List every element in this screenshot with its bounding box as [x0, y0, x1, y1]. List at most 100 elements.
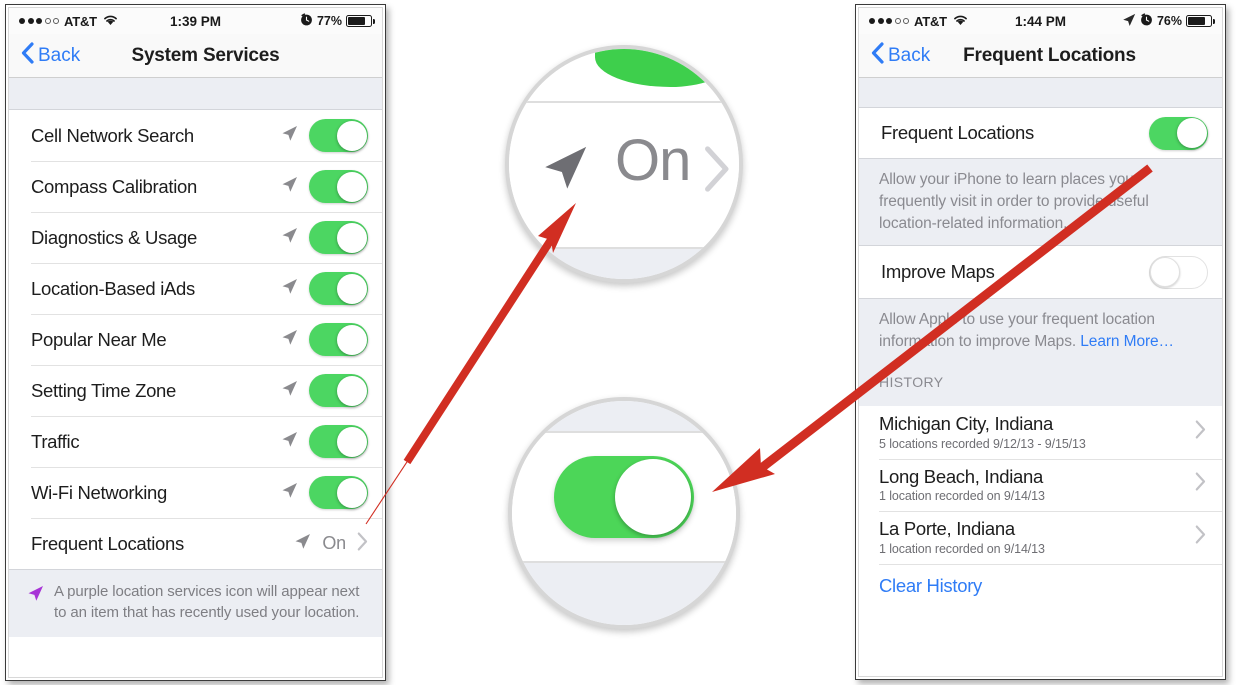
row-label: Diagnostics & Usage [31, 226, 198, 248]
row-accessory [281, 119, 368, 152]
history-row[interactable]: La Porte, Indiana 1 location recorded on… [859, 511, 1222, 564]
table-row[interactable]: Compass Calibration [9, 161, 382, 212]
history-row-text: La Porte, Indiana 1 location recorded on… [879, 518, 1045, 556]
toggle-switch[interactable] [309, 374, 368, 407]
signal-strength-dots [869, 18, 909, 24]
chevron-right-icon [1195, 525, 1206, 549]
history-row-subtitle: 1 location recorded on 9/14/13 [879, 489, 1045, 504]
chevron-left-icon [871, 41, 884, 70]
table-row-frequent-locations[interactable]: Frequent Locations On [9, 518, 382, 569]
alarm-clock-icon [300, 13, 313, 29]
toggle-switch[interactable] [309, 170, 368, 203]
magnified-value-text: On [615, 128, 691, 193]
history-row-title: Long Beach, Indiana [879, 465, 1044, 487]
row-accessory [281, 374, 368, 407]
battery-percent-label: 76% [1156, 14, 1182, 28]
location-arrow-icon [281, 278, 298, 300]
row-label: Popular Near Me [31, 328, 167, 350]
toggle-switch[interactable] [309, 476, 368, 509]
screenshot-stage: AT&T 1:39 PM 77% Back System Services Ce… [0, 0, 1240, 685]
location-arrow-icon [294, 533, 311, 555]
chevron-left-icon [21, 41, 34, 70]
row-label: Wi-Fi Networking [31, 481, 168, 503]
back-button[interactable]: Back [9, 41, 81, 70]
table-row[interactable]: Wi-Fi Networking [9, 467, 382, 518]
table-row[interactable]: Location-Based iAds [9, 263, 382, 314]
row-label: Cell Network Search [31, 124, 194, 146]
magnifier-top-content: On ill app [509, 49, 739, 279]
frequent-locations-description-text: Allow your iPhone to learn places you fr… [879, 171, 1149, 232]
magnified-toggle-on[interactable] [554, 456, 694, 538]
magnifier-bottom-content [512, 401, 736, 625]
history-list: Michigan City, Indiana 5 locations recor… [859, 406, 1222, 609]
back-button[interactable]: Back [859, 41, 931, 70]
location-arrow-icon [281, 431, 298, 453]
improve-maps-description: Allow Apple to use your frequent locatio… [859, 298, 1222, 354]
top-spacer [9, 78, 382, 110]
status-bar-left: AT&T [869, 14, 968, 29]
row-label: Frequent Locations [31, 532, 184, 554]
toggle-switch[interactable] [309, 323, 368, 356]
history-section-header: HISTORY [859, 354, 1222, 406]
row-accessory [281, 425, 368, 458]
row-label: Traffic [31, 430, 80, 452]
frequent-locations-row[interactable]: Frequent Locations [859, 108, 1222, 158]
location-arrow-icon [281, 227, 298, 249]
magnified-partial-text: ill app [565, 271, 640, 279]
history-row[interactable]: Michigan City, Indiana 5 locations recor… [859, 406, 1222, 459]
improve-maps-toggle[interactable] [1149, 255, 1208, 289]
clear-history-row[interactable]: Clear History [859, 563, 1222, 609]
magnified-location-arrow-icon [541, 144, 589, 197]
improve-maps-row[interactable]: Improve Maps [859, 246, 1222, 298]
toggle-switch[interactable] [309, 425, 368, 458]
left-phone-screen: AT&T 1:39 PM 77% Back System Services Ce… [5, 4, 386, 681]
table-row[interactable]: Traffic [9, 416, 382, 467]
location-arrow-icon [281, 482, 298, 504]
row-label: Compass Calibration [31, 175, 198, 197]
row-label: Setting Time Zone [31, 379, 177, 401]
toggle-switch[interactable] [309, 119, 368, 152]
history-row[interactable]: Long Beach, Indiana 1 location recorded … [859, 458, 1222, 512]
history-row-text: Michigan City, Indiana 5 locations recor… [879, 413, 1086, 451]
table-row[interactable]: Cell Network Search [9, 110, 382, 161]
history-row-subtitle: 1 location recorded on 9/14/13 [879, 541, 1045, 556]
alarm-clock-icon [1140, 13, 1153, 29]
row-accessory [281, 221, 368, 254]
list-tail-spacer [859, 608, 1222, 623]
frequent-locations-toggle[interactable] [1149, 116, 1208, 150]
battery-icon [346, 15, 375, 27]
learn-more-link[interactable]: Learn More… [1080, 333, 1174, 350]
magnifier-toggle-switch [508, 397, 740, 629]
right-status-bar: AT&T 1:44 PM 76% [859, 8, 1222, 34]
battery-icon [1186, 15, 1215, 27]
right-phone-screen: AT&T 1:44 PM 76% Back Frequent Locations… [855, 4, 1226, 680]
right-nav-bar: Back Frequent Locations [859, 34, 1222, 78]
toggle-switch[interactable] [309, 221, 368, 254]
toggle-switch[interactable] [309, 272, 368, 305]
status-bar-right: 77% [300, 13, 375, 29]
left-nav-bar: Back System Services [9, 34, 382, 78]
row-accessory [1149, 255, 1208, 289]
magnifier-frequent-locations-row: On ill app [505, 45, 743, 283]
back-button-label: Back [38, 44, 81, 66]
history-row-text: Long Beach, Indiana 1 location recorded … [879, 466, 1045, 504]
chevron-right-icon [1195, 420, 1206, 444]
row-accessory [281, 272, 368, 305]
row-accessory [1149, 116, 1208, 150]
signal-strength-dots [19, 18, 59, 24]
right-phone-content: AT&T 1:44 PM 76% Back Frequent Locations… [858, 7, 1223, 677]
wifi-icon [953, 14, 968, 29]
back-button-label: Back [888, 44, 931, 66]
left-phone-content: AT&T 1:39 PM 77% Back System Services Ce… [8, 7, 383, 678]
table-row[interactable]: Setting Time Zone [9, 365, 382, 416]
table-row[interactable]: Diagnostics & Usage [9, 212, 382, 263]
wifi-icon [103, 14, 118, 29]
battery-percent-label: 77% [316, 14, 342, 28]
table-row[interactable]: Popular Near Me [9, 314, 382, 365]
row-value: On [322, 533, 346, 553]
row-label: Frequent Locations [881, 122, 1034, 143]
clear-history-button[interactable]: Clear History [879, 575, 982, 596]
magnified-chevron-right-icon [703, 144, 731, 199]
chevron-right-icon [1195, 472, 1206, 496]
carrier-label: AT&T [64, 13, 97, 29]
